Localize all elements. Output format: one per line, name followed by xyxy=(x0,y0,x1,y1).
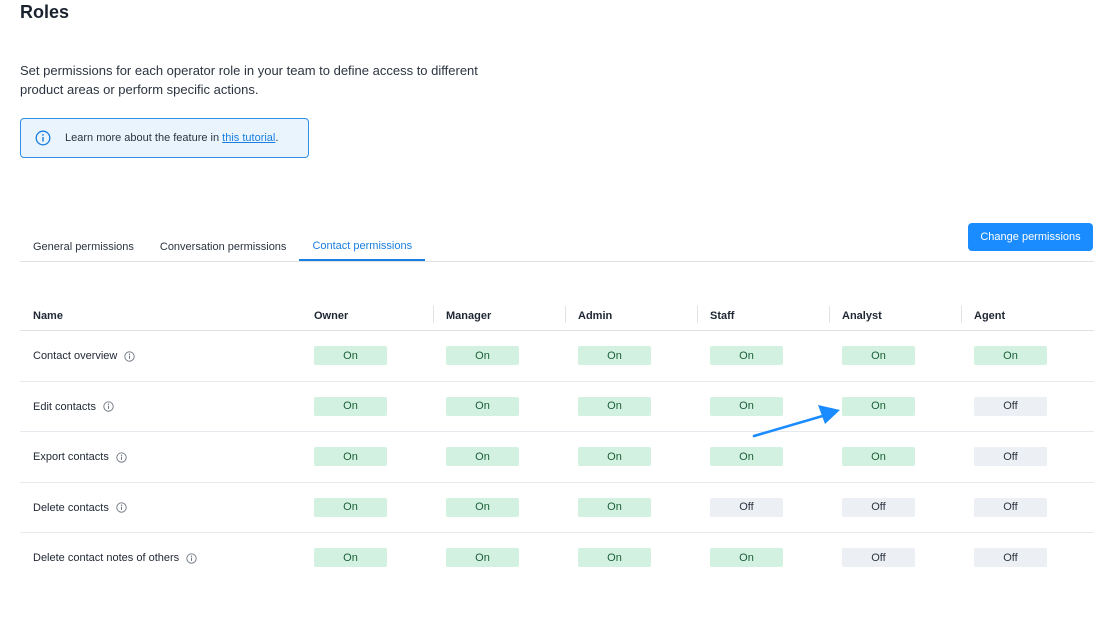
permission-name: Delete contact notes of others xyxy=(33,533,197,583)
status-badge-agent: Off xyxy=(974,548,1047,568)
status-badge-owner: On xyxy=(314,548,387,568)
status-badge-admin: On xyxy=(578,396,651,416)
header-staff: Staff xyxy=(697,300,734,331)
page-description: Set permissions for each operator role i… xyxy=(20,63,478,97)
info-icon xyxy=(35,130,51,146)
table-header-row: Name Owner Manager Admin Staff Analyst A… xyxy=(20,300,1094,331)
permission-label: Contact overview xyxy=(33,350,118,362)
header-analyst: Analyst xyxy=(829,300,882,331)
roles-page: Roles Set permissions for each operator … xyxy=(0,0,1106,619)
status-badge-analyst: On xyxy=(842,396,915,416)
page-title: Roles xyxy=(20,2,70,22)
status-badge-staff: On xyxy=(710,548,783,568)
info-icon[interactable] xyxy=(116,452,127,463)
table-row: Contact overview On On On On On On xyxy=(20,331,1094,382)
permission-name: Contact overview xyxy=(33,331,136,381)
table-row: Export contacts On On On On On Off xyxy=(20,432,1094,483)
status-badge-staff: On xyxy=(710,447,783,467)
table-row: Edit contacts On On On On On Off xyxy=(20,382,1094,433)
status-badge-analyst: Off xyxy=(842,497,915,517)
header-admin: Admin xyxy=(565,300,612,331)
info-text: Learn more about the feature in this tut… xyxy=(65,132,279,144)
tutorial-link[interactable]: this tutorial xyxy=(222,132,275,144)
status-badge-admin: On xyxy=(578,447,651,467)
tab-conversation-permissions[interactable]: Conversation permissions xyxy=(147,230,300,261)
table-row: Delete contacts On On On Off Off Off xyxy=(20,483,1094,534)
status-badge-analyst: On xyxy=(842,447,915,467)
info-icon[interactable] xyxy=(186,553,197,564)
tab-contact-permissions[interactable]: Contact permissions xyxy=(299,230,426,261)
status-badge-agent: Off xyxy=(974,497,1047,517)
permission-label: Edit contacts xyxy=(33,400,96,413)
status-badge-owner: On xyxy=(314,447,387,467)
header-agent: Agent xyxy=(961,300,1005,331)
permission-label: Delete contact notes of others xyxy=(33,552,180,565)
change-permissions-button[interactable]: Change permissions xyxy=(968,223,1093,251)
status-badge-analyst: On xyxy=(842,346,915,365)
status-badge-staff: Off xyxy=(710,497,783,517)
status-badge-admin: On xyxy=(578,346,651,365)
status-badge-manager: On xyxy=(446,447,519,467)
header-owner: Owner xyxy=(314,309,349,322)
status-badge-owner: On xyxy=(314,497,387,517)
status-badge-agent: Off xyxy=(974,396,1047,416)
status-badge-manager: On xyxy=(446,396,519,416)
status-badge-staff: On xyxy=(710,346,783,365)
permission-name: Delete contacts xyxy=(33,483,127,533)
status-badge-agent: Off xyxy=(974,447,1047,467)
status-badge-manager: On xyxy=(446,548,519,568)
permission-name: Export contacts xyxy=(33,432,127,482)
status-badge-analyst: Off xyxy=(842,548,915,568)
status-badge-agent: On xyxy=(974,346,1047,365)
info-icon[interactable] xyxy=(124,350,136,362)
status-badge-manager: On xyxy=(446,497,519,517)
status-badge-owner: On xyxy=(314,396,387,416)
permission-label: Export contacts xyxy=(33,451,109,464)
permission-name: Edit contacts xyxy=(33,382,114,432)
info-icon[interactable] xyxy=(103,401,114,412)
status-badge-admin: On xyxy=(578,497,651,517)
header-manager: Manager xyxy=(433,300,491,331)
info-icon[interactable] xyxy=(116,502,127,513)
status-badge-staff: On xyxy=(710,396,783,416)
status-badge-admin: On xyxy=(578,548,651,568)
status-badge-owner: On xyxy=(314,346,387,365)
table-row: Delete contact notes of others On On On On Of… xyxy=(20,533,1094,584)
tab-general-permissions[interactable]: General permissions xyxy=(20,230,147,261)
permission-tabs: General permissions Conversation permiss… xyxy=(20,230,1094,262)
permission-label: Delete contacts xyxy=(33,501,109,514)
table-body: Contact overview On On On On On On Edit contact… xyxy=(20,331,1094,584)
status-badge-manager: On xyxy=(446,346,519,365)
permissions-table: Name Owner Manager Admin Staff Analyst A… xyxy=(20,300,1094,584)
header-name: Name xyxy=(33,309,63,322)
info-banner: Learn more about the feature in this tut… xyxy=(20,118,309,158)
